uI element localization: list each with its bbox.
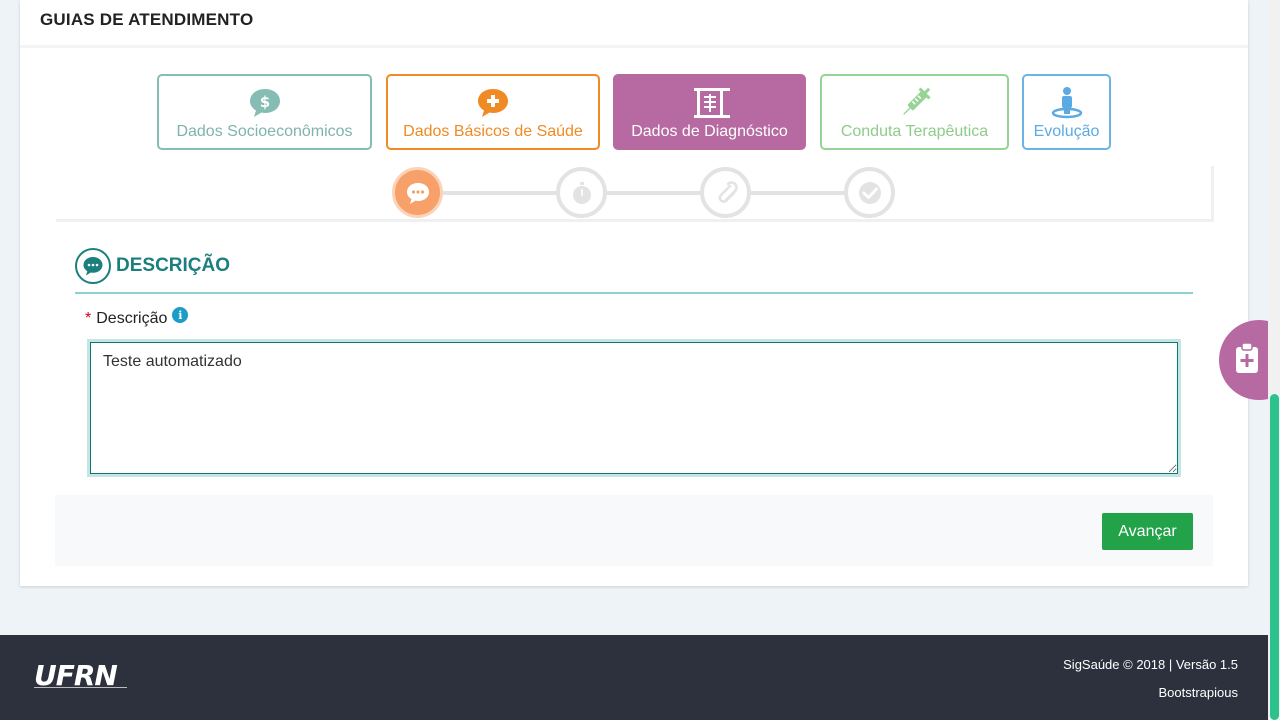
tab-conduta-terapeutica[interactable]: Conduta Terapêutica <box>820 74 1009 150</box>
plus-chat-icon <box>478 89 508 117</box>
clipboard-plus-icon <box>1236 342 1258 373</box>
logo-underline <box>34 687 127 690</box>
section-icon <box>75 248 111 284</box>
card-header: GUIAS DE ATENDIMENTO <box>20 0 1248 48</box>
tab-label: Dados de Diagnóstico <box>631 123 788 140</box>
credit-text: Bootstrapious <box>1158 685 1239 700</box>
person-icon <box>1051 87 1082 119</box>
guide-card: GUIAS DE ATENDIMENTO $ Dados Socioeconôm… <box>20 0 1248 586</box>
tab-label: Conduta Terapêutica <box>840 123 989 140</box>
syringe-icon <box>902 87 931 115</box>
comment-icon <box>406 182 429 204</box>
scrollbar-thumb[interactable] <box>1270 394 1279 720</box>
tab-dados-diagnostico[interactable]: Dados de Diagnóstico <box>613 74 806 150</box>
paperclip-icon <box>718 180 738 203</box>
page-footer: UFRN SigSaúde © 2018 | Versão 1.5 Bootst… <box>0 635 1268 720</box>
description-label: * Descrição i <box>85 307 189 328</box>
step-check[interactable] <box>844 167 895 218</box>
required-mark: * <box>85 310 92 327</box>
comment-icon <box>83 257 103 276</box>
page-title: GUIAS DE ATENDIMENTO <box>40 10 254 29</box>
wizard-stepper <box>56 166 1214 222</box>
step-comment[interactable] <box>392 167 443 218</box>
section-title: DESCRIÇÃO <box>116 255 231 276</box>
check-icon <box>858 181 881 204</box>
stepper-line <box>416 191 852 195</box>
page-scrollbar[interactable] <box>1268 0 1280 720</box>
description-field-wrapper: Teste automatizado <box>87 339 1181 477</box>
svg-text:$: $ <box>259 93 269 111</box>
projector-screen-icon <box>693 88 730 118</box>
copyright-text: SigSaúde © 2018 | Versão 1.5 <box>1063 657 1238 672</box>
tab-evolucao[interactable]: Evolução <box>1022 74 1111 150</box>
step-paperclip[interactable] <box>700 167 751 218</box>
tab-dados-basicos-saude[interactable]: Dados Básicos de Saúde <box>386 74 600 150</box>
tab-label: Dados Básicos de Saúde <box>403 123 583 140</box>
info-icon[interactable]: i <box>172 307 189 323</box>
description-label-text: Descrição <box>96 310 168 327</box>
tab-dados-socioeconomicos[interactable]: $ Dados Socioeconômicos <box>157 74 372 150</box>
card-footer: Avançar <box>55 495 1213 566</box>
dollar-chat-icon: $ <box>249 89 280 117</box>
tab-label: Evolução <box>1033 123 1100 140</box>
stopwatch-icon <box>572 181 591 204</box>
step-stopwatch[interactable] <box>556 167 607 218</box>
description-textarea[interactable]: Teste automatizado <box>90 342 1178 474</box>
tab-label: Dados Socioeconômicos <box>176 123 353 140</box>
section-header: DESCRIÇÃO <box>75 248 1193 294</box>
next-button[interactable]: Avançar <box>1102 513 1193 550</box>
